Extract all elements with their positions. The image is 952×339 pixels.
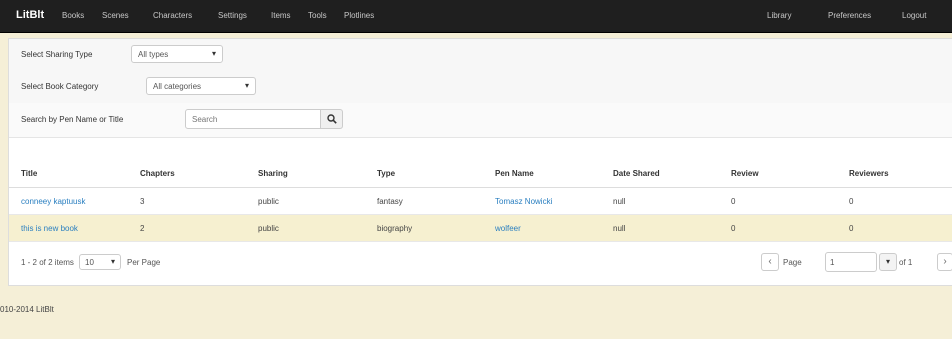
book-title-link[interactable]: this is new book: [21, 224, 78, 233]
search-row: Search by Pen Name or Title: [9, 103, 952, 138]
search-input[interactable]: [185, 109, 321, 129]
chevron-right-icon: ›: [943, 256, 947, 267]
header-pen-name[interactable]: Pen Name: [495, 169, 534, 178]
next-page-button[interactable]: ›: [937, 253, 952, 271]
search-icon: [326, 114, 337, 124]
table-row[interactable]: conneey kaptuusk 3 public fantasy Tomasz…: [9, 188, 952, 215]
nav-library[interactable]: Library: [767, 11, 791, 20]
header-review[interactable]: Review: [731, 169, 759, 178]
page-size-value: 10: [85, 258, 94, 267]
page-number-input[interactable]: [825, 252, 877, 272]
nav-tools[interactable]: Tools: [308, 11, 327, 20]
type-cell: fantasy: [377, 197, 403, 206]
type-cell: biography: [377, 224, 413, 233]
header-date-shared[interactable]: Date Shared: [613, 169, 660, 178]
date-shared-cell: null: [613, 197, 626, 206]
nav-plotlines[interactable]: Plotlines: [344, 11, 374, 20]
books-panel: Select Sharing Type All types ▾ Select B…: [8, 38, 952, 286]
pagination-bar: 1 - 2 of 2 items 10 ▾ Per Page ‹ Page ▾ …: [9, 245, 952, 285]
sharing-cell: public: [258, 224, 279, 233]
nav-settings[interactable]: Settings: [218, 11, 247, 20]
reviewers-cell: 0: [849, 197, 854, 206]
page-label: Page: [783, 258, 802, 267]
items-summary: 1 - 2 of 2 items: [21, 258, 74, 267]
top-navbar: LitBlt Books Scenes Characters Settings …: [0, 0, 952, 33]
table-row[interactable]: this is new book 2 public biography wolf…: [9, 215, 952, 242]
header-reviewers[interactable]: Reviewers: [849, 169, 889, 178]
brand-logo[interactable]: LitBlt: [16, 9, 44, 21]
chevron-down-icon: ▾: [211, 49, 216, 58]
chevron-down-icon: ▾: [244, 81, 249, 90]
chapters-cell: 2: [140, 224, 145, 233]
book-category-select[interactable]: All categories ▾: [146, 77, 256, 95]
header-sharing[interactable]: Sharing: [258, 169, 288, 178]
review-cell: 0: [731, 197, 736, 206]
sharing-filter-row: Select Sharing Type All types ▾: [9, 39, 952, 72]
nav-logout[interactable]: Logout: [902, 11, 926, 20]
pen-name-link[interactable]: Tomasz Nowicki: [495, 197, 552, 206]
category-filter-row: Select Book Category All categories ▾: [9, 71, 952, 104]
sharing-cell: public: [258, 197, 279, 206]
nav-scenes[interactable]: Scenes: [102, 11, 129, 20]
nav-items[interactable]: Items: [271, 11, 291, 20]
book-title-link[interactable]: conneey kaptuusk: [21, 197, 86, 206]
sharing-type-value: All types: [138, 50, 169, 59]
chevron-left-icon: ‹: [768, 256, 772, 267]
review-cell: 0: [731, 224, 736, 233]
table-header-row: Title Chapters Sharing Type Pen Name Dat…: [9, 158, 952, 188]
pen-name-link[interactable]: wolfeer: [495, 224, 521, 233]
header-chapters[interactable]: Chapters: [140, 169, 175, 178]
chapters-cell: 3: [140, 197, 145, 206]
nav-books[interactable]: Books: [62, 11, 84, 20]
header-title[interactable]: Title: [21, 169, 37, 178]
book-category-label: Select Book Category: [21, 82, 99, 91]
nav-preferences[interactable]: Preferences: [828, 11, 871, 20]
book-category-value: All categories: [153, 82, 202, 91]
date-shared-cell: null: [613, 224, 626, 233]
page-number-stepper[interactable]: ▾: [879, 253, 897, 271]
sharing-type-select[interactable]: All types ▾: [131, 45, 223, 63]
page-size-select[interactable]: 10 ▾: [79, 254, 121, 270]
footer-copyright: 010-2014 LitBlt: [0, 305, 54, 314]
per-page-label: Per Page: [127, 258, 161, 267]
chevron-down-icon: ▾: [110, 257, 115, 266]
search-button[interactable]: [321, 109, 343, 129]
sharing-type-label: Select Sharing Type: [21, 50, 93, 59]
reviewers-cell: 0: [849, 224, 854, 233]
prev-page-button[interactable]: ‹: [761, 253, 779, 271]
chevron-down-icon: ▾: [885, 257, 890, 266]
nav-characters[interactable]: Characters: [153, 11, 192, 20]
header-type[interactable]: Type: [377, 169, 395, 178]
search-label: Search by Pen Name or Title: [21, 115, 124, 124]
page-count-label: of 1: [899, 258, 913, 267]
